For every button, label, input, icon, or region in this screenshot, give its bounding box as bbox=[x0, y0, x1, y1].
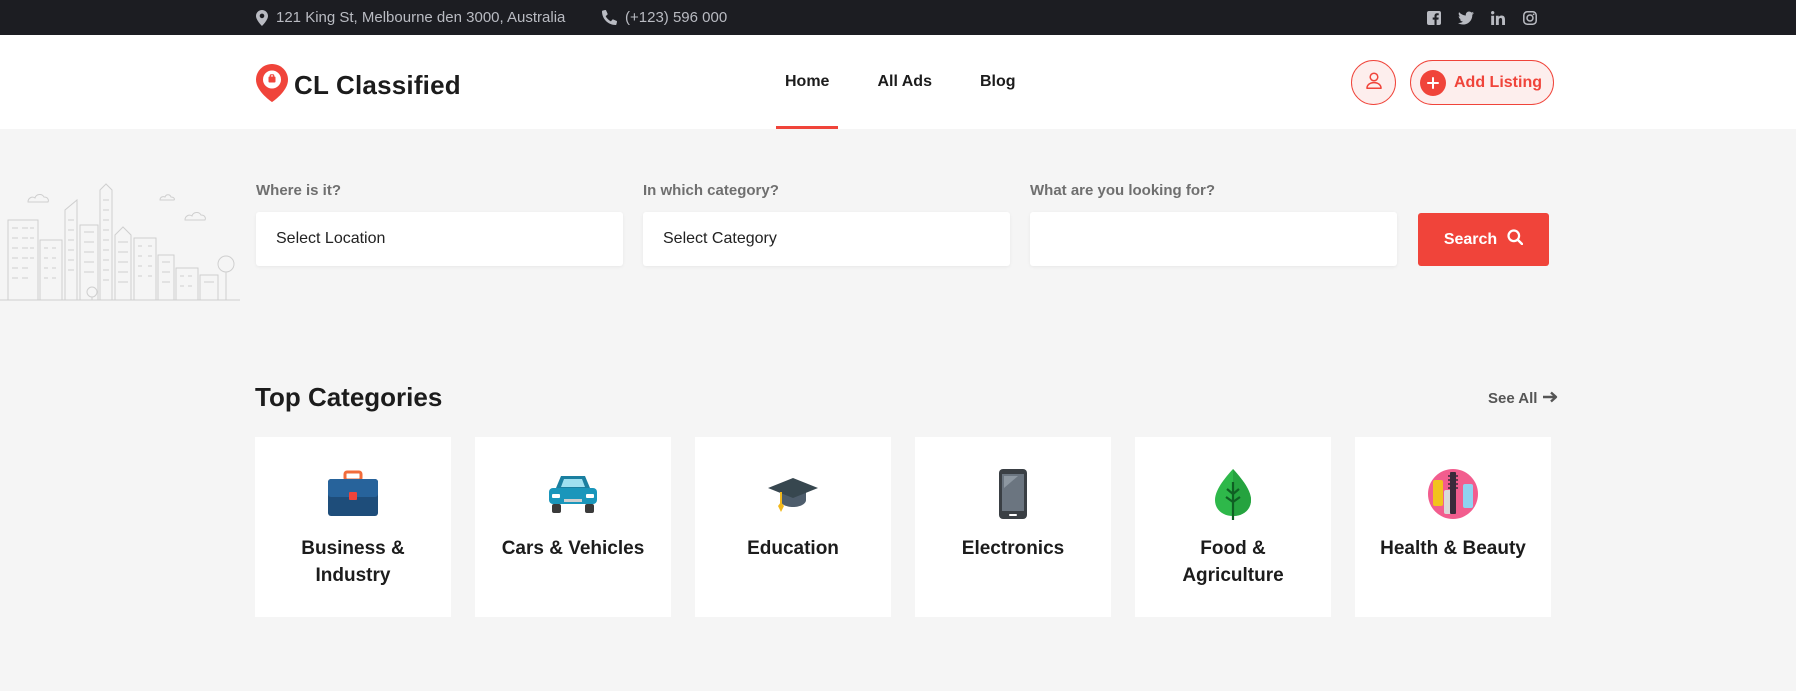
site-logo[interactable]: CL Classified bbox=[256, 63, 461, 107]
user-icon bbox=[1365, 71, 1382, 94]
category-cards: Business & Industry Cars & Vehicles Educ… bbox=[255, 437, 1551, 617]
nav-all-ads[interactable]: All Ads bbox=[868, 35, 941, 129]
city-skyline-illustration bbox=[0, 180, 240, 304]
category-name: Health & Beauty bbox=[1380, 538, 1526, 559]
logo-text: CL Classified bbox=[294, 69, 461, 100]
facebook-icon[interactable] bbox=[1426, 10, 1442, 26]
smartphone-icon bbox=[986, 467, 1040, 521]
category-name: Food & Agriculture bbox=[1182, 538, 1284, 586]
address-text: 121 King St, Melbourne den 3000, Austral… bbox=[276, 9, 566, 26]
plus-icon bbox=[1420, 69, 1446, 96]
category-card[interactable]: Education bbox=[695, 437, 891, 617]
category-card[interactable]: Cars & Vehicles bbox=[475, 437, 671, 617]
twitter-icon[interactable] bbox=[1458, 10, 1474, 26]
category-card[interactable]: Food & Agriculture bbox=[1135, 437, 1331, 617]
search-button-label: Search bbox=[1443, 230, 1498, 248]
arrow-right-icon bbox=[1543, 390, 1559, 407]
phone-info: (+123) 596 000 bbox=[602, 0, 727, 35]
main-nav: Home All Ads Blog bbox=[776, 35, 1055, 129]
phone-icon bbox=[602, 10, 617, 25]
search-icon bbox=[1507, 229, 1524, 250]
category-name: Cars & Vehicles bbox=[501, 538, 645, 559]
location-select[interactable]: Select Location bbox=[256, 212, 623, 266]
briefcase-icon bbox=[326, 467, 380, 521]
nav-home[interactable]: Home bbox=[776, 35, 839, 129]
main-header: CL Classified Home All Ads Blog Add List… bbox=[0, 35, 1796, 129]
keyword-field bbox=[1030, 212, 1397, 266]
nav-blog[interactable]: Blog bbox=[971, 35, 1025, 129]
category-select[interactable]: Select Category bbox=[643, 212, 1010, 266]
keyword-label: What are you looking for? bbox=[1030, 182, 1216, 199]
see-all-label: See All bbox=[1488, 390, 1538, 407]
category-name: Business & Industry bbox=[301, 538, 405, 586]
category-card[interactable]: Health & Beauty bbox=[1355, 437, 1551, 617]
map-pin-icon bbox=[256, 9, 268, 26]
location-label: Where is it? bbox=[256, 182, 342, 199]
top-categories-title: Top Categories bbox=[255, 382, 443, 412]
search-button[interactable]: Search bbox=[1418, 213, 1549, 266]
cosmetics-icon bbox=[1426, 467, 1480, 521]
linkedin-icon[interactable] bbox=[1490, 10, 1506, 26]
add-listing-label: Add Listing bbox=[1454, 73, 1542, 91]
leaf-icon bbox=[1206, 467, 1260, 521]
keyword-input[interactable] bbox=[1050, 212, 1397, 266]
instagram-icon[interactable] bbox=[1522, 10, 1538, 26]
category-card[interactable]: Electronics bbox=[915, 437, 1111, 617]
phone-text: (+123) 596 000 bbox=[625, 9, 728, 26]
add-listing-button[interactable]: Add Listing bbox=[1410, 60, 1554, 105]
category-name: Electronics bbox=[961, 538, 1065, 559]
account-button[interactable] bbox=[1351, 60, 1396, 105]
top-info-bar: 121 King St, Melbourne den 3000, Austral… bbox=[0, 0, 1796, 35]
car-icon bbox=[546, 467, 600, 521]
graduation-cap-icon bbox=[766, 467, 820, 521]
category-card[interactable]: Business & Industry bbox=[255, 437, 451, 617]
address-info: 121 King St, Melbourne den 3000, Austral… bbox=[256, 0, 565, 35]
social-links bbox=[1426, 0, 1538, 35]
category-label: In which category? bbox=[643, 182, 779, 199]
location-pin-logo-icon bbox=[256, 63, 288, 107]
category-name: Education bbox=[747, 538, 839, 559]
see-all-link[interactable]: See All bbox=[1488, 390, 1559, 407]
